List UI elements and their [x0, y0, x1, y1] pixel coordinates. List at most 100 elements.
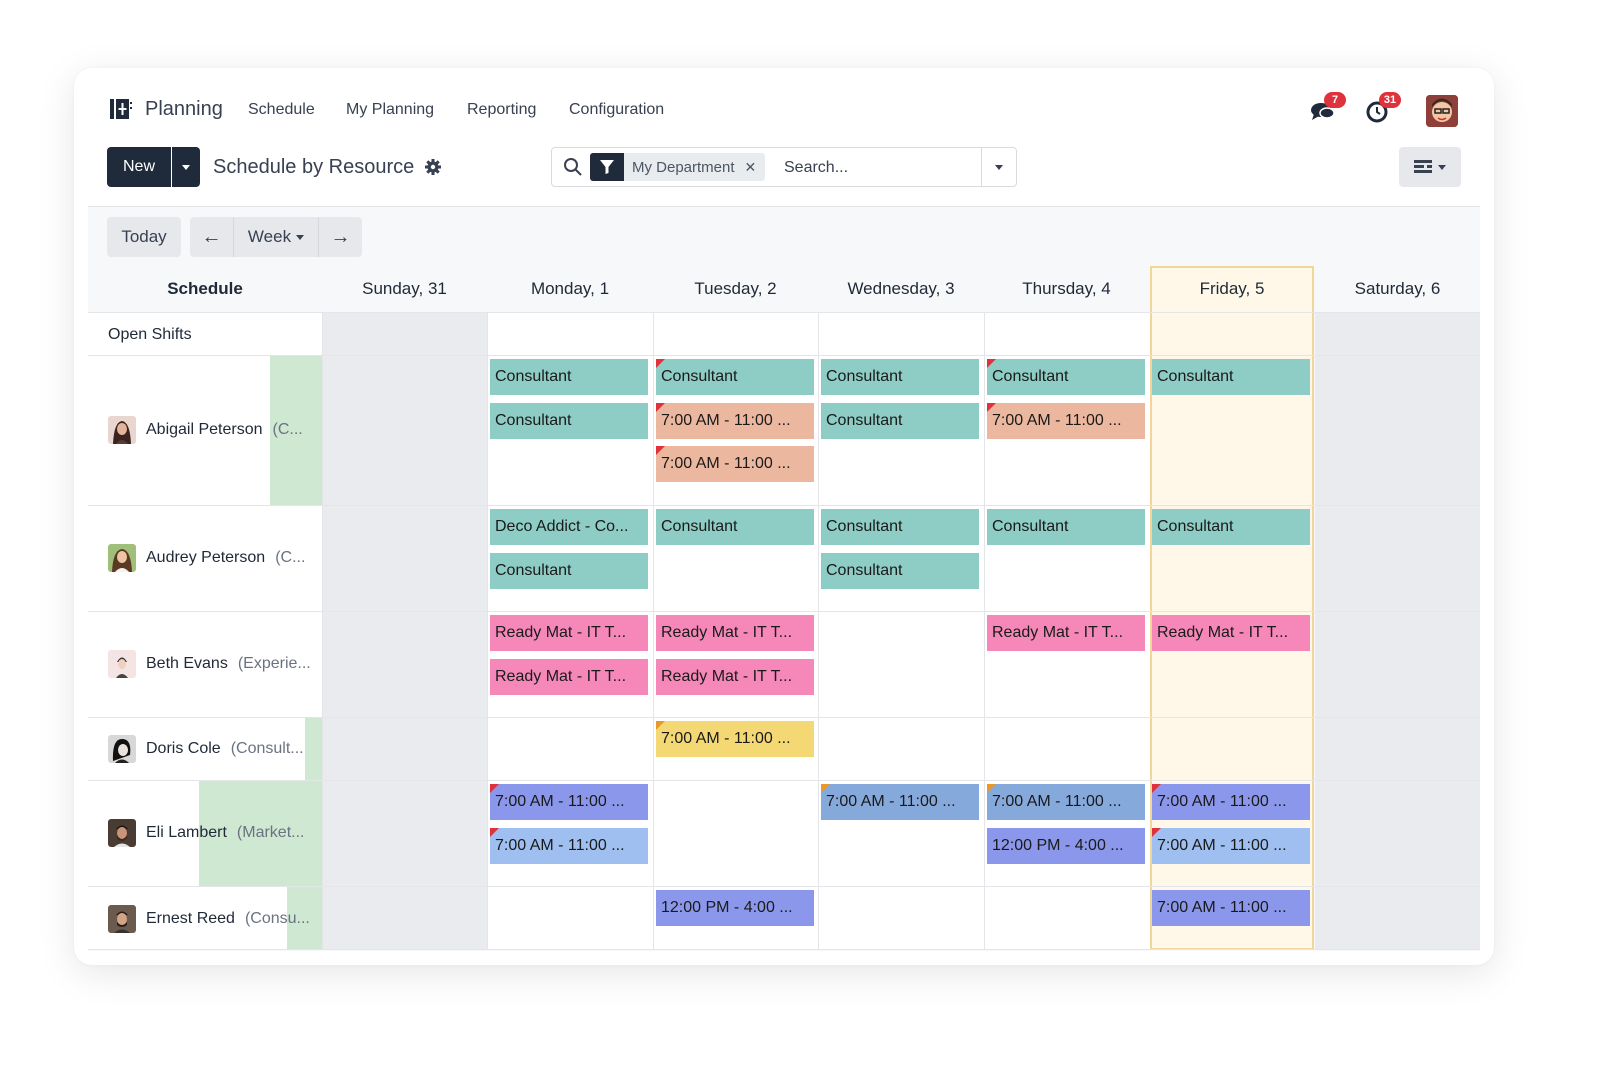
shift-pill[interactable]: Deco Addict - Co... — [490, 509, 648, 545]
user-avatar-image — [1426, 95, 1458, 127]
remove-facet-icon[interactable]: ✕ — [745, 159, 766, 176]
resource-row-doris[interactable]: Doris Cole (Consult... — [88, 718, 322, 780]
resource-role: (C... — [275, 549, 306, 566]
shift-pill[interactable]: 7:00 AM - 11:00 ... — [1152, 827, 1310, 864]
activities-button[interactable]: 31 — [1365, 92, 1401, 124]
open-shifts-label: Open Shifts — [108, 326, 192, 343]
nav-item-my-planning[interactable]: My Planning — [346, 101, 434, 119]
search-options-toggle[interactable] — [981, 148, 1016, 186]
shift-pill[interactable]: Consultant — [821, 509, 979, 545]
shift-pill[interactable]: Consultant — [821, 552, 979, 589]
user-avatar[interactable] — [1426, 95, 1458, 127]
scale-label: Week — [247, 227, 292, 246]
grid-line — [88, 886, 1480, 887]
shift-pill[interactable]: 7:00 AM - 11:00 ... — [1152, 784, 1310, 820]
resource-label: Audrey Peterson (C... — [108, 544, 305, 572]
shift-pill[interactable]: 7:00 AM - 11:00 ... — [490, 784, 648, 820]
filter-facet: My Department ✕ — [590, 153, 766, 181]
shift-pill[interactable]: Ready Mat - IT T... — [490, 615, 648, 651]
avatar — [108, 735, 136, 763]
activities-count-badge: 31 — [1379, 92, 1401, 108]
resource-label: Eli Lambert (Market... — [108, 819, 304, 847]
search-input[interactable] — [782, 156, 976, 180]
shift-pill[interactable]: Consultant — [987, 359, 1145, 395]
app-name[interactable]: Planning — [145, 98, 223, 121]
messages-count-badge: 7 — [1324, 92, 1346, 108]
scale-dropdown[interactable]: Week — [233, 217, 318, 257]
shift-pill[interactable]: Consultant — [490, 402, 648, 439]
allocation-indicator — [305, 718, 322, 780]
grid-line — [88, 355, 1480, 356]
planning-app-icon[interactable] — [110, 98, 132, 120]
shift-pill[interactable]: 7:00 AM - 11:00 ... — [987, 784, 1145, 820]
nav-item-reporting[interactable]: Reporting — [467, 101, 536, 119]
shift-pill[interactable]: 7:00 AM - 11:00 ... — [656, 446, 814, 482]
arrow-left-icon[interactable]: ← — [190, 217, 233, 257]
shift-pill[interactable]: Consultant — [656, 509, 814, 545]
filter-facet-label: My Department — [632, 158, 735, 176]
messages-button[interactable]: 7 — [1310, 92, 1346, 124]
view-switcher-button[interactable] — [1399, 147, 1461, 187]
shift-pill[interactable]: Ready Mat - IT T... — [987, 615, 1145, 651]
shift-pill[interactable]: Consultant — [1152, 359, 1310, 395]
search-icon[interactable] — [563, 157, 583, 177]
shift-pill[interactable]: Ready Mat - IT T... — [490, 658, 648, 695]
resource-role: (Market... — [236, 824, 305, 841]
shift-pill[interactable]: Ready Mat - IT T... — [656, 615, 814, 651]
shift-pill[interactable]: Consultant — [821, 402, 979, 439]
gear-icon[interactable] — [424, 158, 442, 176]
grid-line — [88, 717, 1480, 718]
grid-line — [984, 312, 985, 950]
resource-row-ernest[interactable]: Ernest Reed (Consu... — [88, 887, 322, 950]
resource-row-abigail[interactable]: Abigail Peterson (C... — [88, 356, 322, 505]
shift-pill[interactable]: Consultant — [656, 359, 814, 395]
shift-pill[interactable]: Ready Mat - IT T... — [656, 658, 814, 695]
shift-pill[interactable]: 7:00 AM - 11:00 ... — [656, 721, 814, 757]
avatar — [108, 416, 136, 444]
resource-row-eli[interactable]: Eli Lambert (Market... — [88, 781, 322, 886]
shift-pill[interactable]: Consultant — [490, 552, 648, 589]
caret-down-icon — [296, 234, 305, 240]
grid-line — [653, 312, 654, 950]
grid-line — [88, 780, 1480, 781]
top-navbar: Planning Schedule My Planning Reporting … — [74, 68, 1494, 150]
shift-pill[interactable]: Consultant — [821, 359, 979, 395]
shift-pill[interactable]: 7:00 AM - 11:00 ... — [490, 827, 648, 864]
weekend-column-saturday — [1315, 312, 1480, 950]
planning-window: Planning Schedule My Planning Reporting … — [74, 68, 1494, 965]
shift-pill[interactable]: 7:00 AM - 11:00 ... — [821, 784, 979, 820]
day-header-wednesday: Wednesday, 3 — [847, 279, 955, 298]
new-button[interactable]: New — [107, 147, 171, 187]
new-dropdown-toggle[interactable] — [172, 147, 200, 187]
shift-pill[interactable]: 7:00 AM - 11:00 ... — [656, 402, 814, 439]
resource-name: Doris Cole — [146, 740, 221, 757]
today-button[interactable]: Today — [107, 217, 181, 257]
resource-row-beth[interactable]: Beth Evans (Experie... — [88, 612, 322, 717]
grid-line — [487, 312, 488, 950]
grid-line — [322, 312, 323, 950]
shift-pill[interactable]: 7:00 AM - 11:00 ... — [1152, 890, 1310, 926]
day-header-sunday: Sunday, 31 — [362, 279, 447, 298]
gantt-view-icon — [1414, 160, 1432, 173]
resource-role: (Experie... — [237, 655, 311, 672]
shift-pill[interactable]: Consultant — [490, 359, 648, 395]
resource-name: Eli Lambert — [146, 824, 227, 841]
shift-pill[interactable]: Consultant — [987, 509, 1145, 545]
grid-line — [88, 611, 1480, 612]
shift-pill[interactable]: 12:00 PM - 4:00 ... — [987, 827, 1145, 864]
filter-icon — [590, 153, 624, 181]
avatar — [108, 544, 136, 572]
shift-pill[interactable]: Ready Mat - IT T... — [1152, 615, 1310, 651]
shift-pill[interactable]: 12:00 PM - 4:00 ... — [656, 890, 814, 926]
resource-name: Beth Evans — [146, 655, 228, 672]
arrow-right-icon[interactable]: → — [318, 217, 362, 257]
shift-pill[interactable]: Consultant — [1152, 509, 1310, 545]
resource-label: Beth Evans (Experie... — [108, 650, 311, 678]
resource-label: Doris Cole (Consult... — [108, 735, 304, 763]
shift-pill[interactable]: 7:00 AM - 11:00 ... — [987, 402, 1145, 439]
caret-down-icon — [995, 164, 1003, 170]
resource-role: (C... — [272, 421, 303, 438]
nav-item-schedule[interactable]: Schedule — [248, 101, 315, 119]
resource-row-audrey[interactable]: Audrey Peterson (C... — [88, 506, 322, 611]
nav-item-configuration[interactable]: Configuration — [569, 101, 664, 119]
